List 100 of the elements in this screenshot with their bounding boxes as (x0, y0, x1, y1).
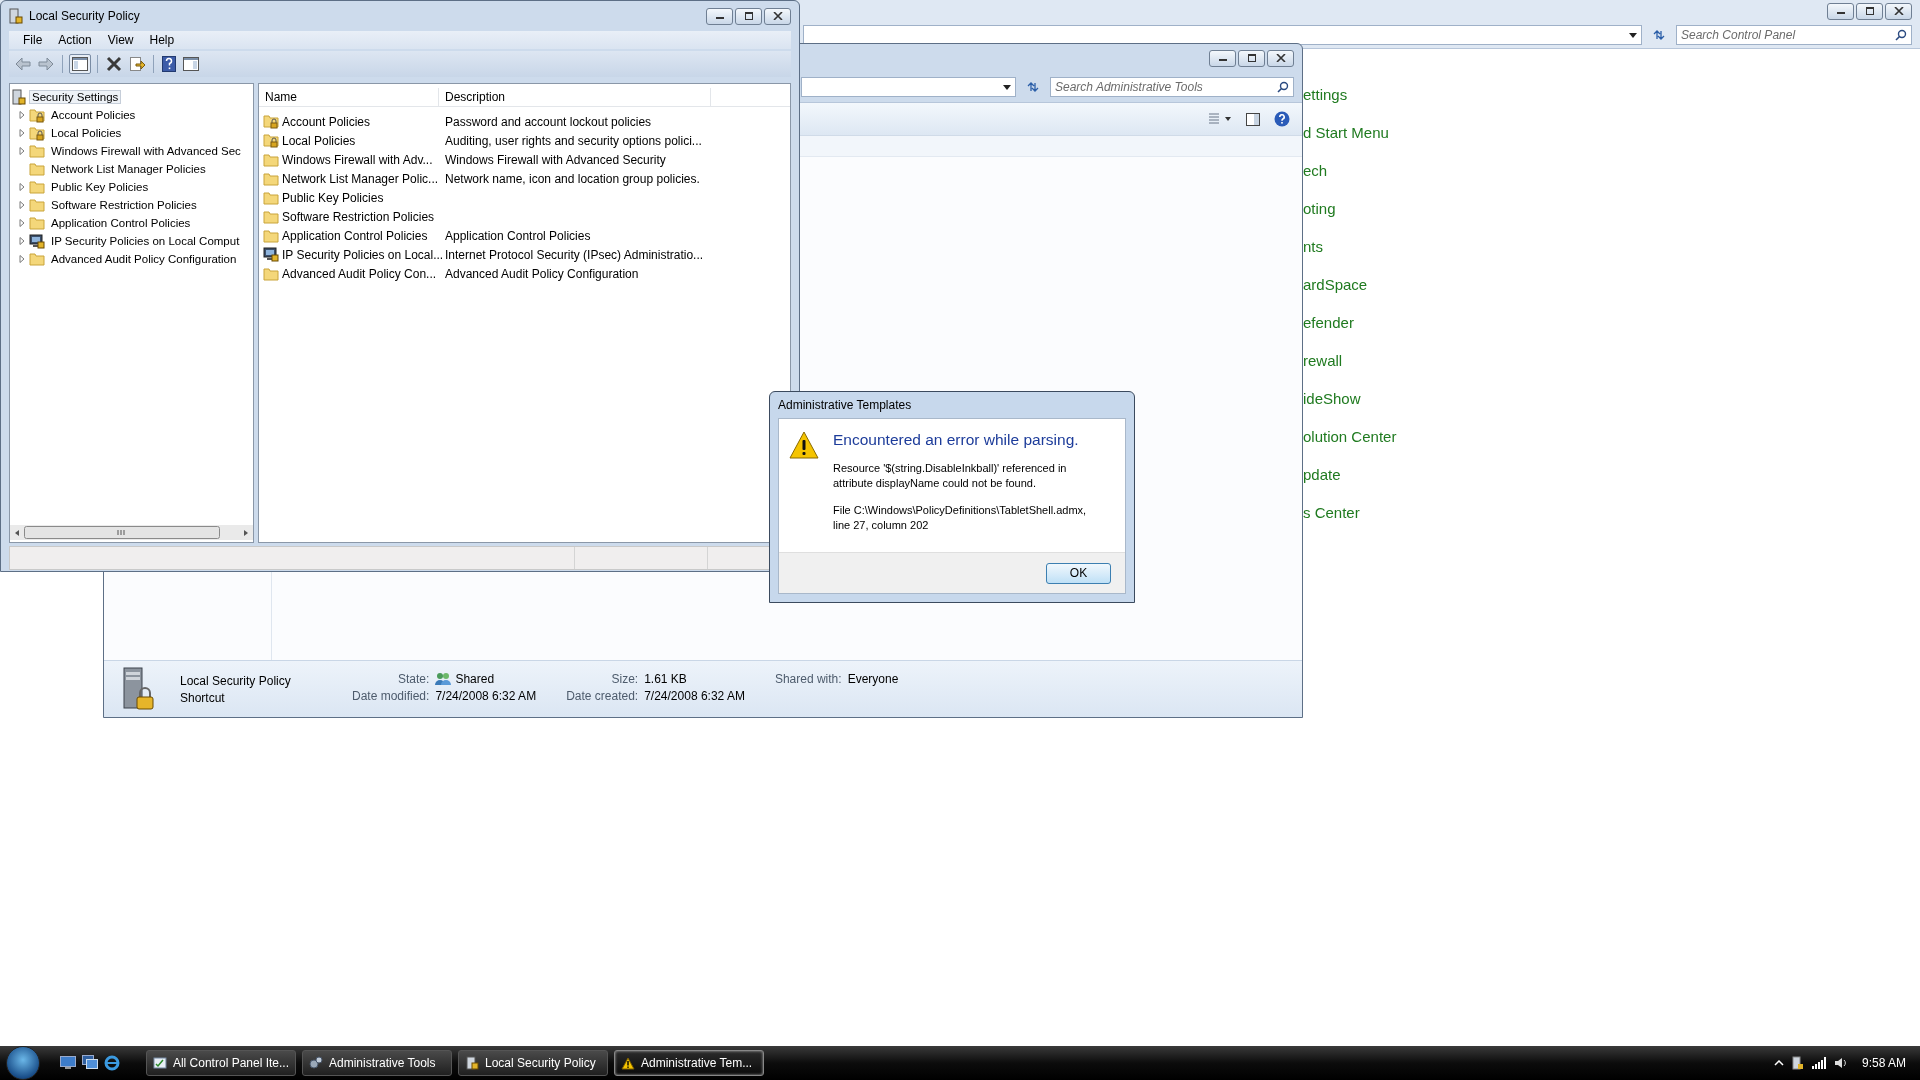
clock[interactable]: 9:58 AM (1861, 1056, 1906, 1070)
left-arrow-icon (15, 57, 31, 71)
folder-icon (263, 171, 279, 186)
dropdown-caret-icon[interactable] (1003, 84, 1011, 90)
taskbar-button[interactable]: All Control Panel Ite... (146, 1050, 296, 1076)
search-field[interactable]: Search Administrative Tools (1050, 77, 1294, 97)
properties-button[interactable] (181, 55, 201, 73)
forward-button[interactable] (36, 55, 56, 73)
warning-icon (621, 1056, 635, 1070)
export-list-button[interactable] (127, 54, 147, 74)
property-label: Date modified: (352, 689, 430, 703)
category-link[interactable]: ech (1303, 160, 1397, 182)
minimize-button[interactable] (706, 7, 733, 25)
expand-arrow-icon[interactable] (18, 255, 26, 263)
expand-arrow-icon[interactable] (18, 147, 26, 155)
policy-name[interactable]: Account Policies (282, 114, 371, 129)
category-link[interactable]: olution Center (1303, 426, 1397, 448)
views-button[interactable] (1206, 111, 1234, 127)
start-button[interactable] (6, 1046, 40, 1080)
expand-arrow-icon[interactable] (18, 237, 26, 245)
address-bar[interactable] (803, 25, 1642, 45)
policy-name[interactable]: IP Security Policies on Local... (282, 247, 444, 262)
folder-icon (29, 180, 45, 194)
expand-arrow-icon[interactable] (18, 201, 26, 209)
taskbar-button[interactable]: Administrative Tem... (614, 1050, 764, 1076)
switch-windows-icon[interactable] (82, 1055, 98, 1069)
search-field[interactable]: Search Control Panel (1676, 25, 1912, 45)
computer-lock-icon (29, 233, 45, 249)
expand-arrow-icon[interactable] (18, 219, 26, 227)
network-signal-icon[interactable] (1811, 1057, 1826, 1069)
column-header[interactable]: Description (439, 88, 711, 106)
dropdown-caret-icon[interactable] (1629, 32, 1637, 38)
close-button[interactable] (1885, 2, 1912, 20)
maximize-button[interactable] (1238, 49, 1265, 67)
policy-name[interactable]: Windows Firewall with Adv... (282, 152, 433, 167)
tree-item[interactable]: Advanced Audit Policy Configuration (48, 252, 240, 266)
category-link[interactable]: ardSpace (1303, 274, 1397, 296)
tree-item[interactable]: Application Control Policies (48, 216, 194, 230)
list-view-icon (1208, 113, 1232, 125)
tree-item[interactable]: Local Policies (48, 126, 125, 140)
expand-arrow-icon[interactable] (18, 183, 26, 191)
tree-item[interactable]: IP Security Policies on Local Comput (48, 234, 243, 248)
window-title: Local Security Policy (29, 9, 140, 23)
close-button[interactable] (764, 7, 791, 25)
tree-item[interactable]: Public Key Policies (48, 180, 152, 194)
category-link[interactable]: ettings (1303, 84, 1397, 106)
tree-item[interactable]: Account Policies (48, 108, 139, 122)
taskbar-button[interactable]: Administrative Tools (302, 1050, 452, 1076)
policy-name[interactable]: Application Control Policies (282, 228, 428, 243)
category-link[interactable]: pdate (1303, 464, 1397, 486)
tree-item[interactable]: Security Settings (29, 90, 122, 104)
policy-name[interactable]: Local Policies (282, 133, 356, 148)
scroll-thumb[interactable] (24, 526, 220, 539)
file-name: Local Security Policy (180, 673, 292, 688)
back-button[interactable] (13, 55, 33, 73)
category-link[interactable]: efender (1303, 312, 1397, 334)
horizontal-scrollbar[interactable] (10, 525, 253, 540)
category-link[interactable]: d Start Menu (1303, 122, 1397, 144)
volume-icon[interactable] (1833, 1057, 1848, 1069)
policy-description: Advanced Audit Policy Configuration (444, 266, 640, 281)
minimize-button[interactable] (1827, 2, 1854, 20)
menu-item[interactable]: Action (50, 33, 100, 47)
policy-name[interactable]: Public Key Policies (282, 190, 384, 205)
menu-item[interactable]: File (15, 33, 51, 47)
folder-icon (263, 190, 279, 205)
browser-icon[interactable] (104, 1055, 120, 1071)
ok-button[interactable]: OK (1046, 562, 1111, 584)
maximize-button[interactable] (1856, 2, 1883, 20)
tree-item[interactable]: Network List Manager Policies (48, 162, 209, 176)
category-link[interactable]: ideShow (1303, 388, 1397, 410)
category-link[interactable]: nts (1303, 236, 1397, 258)
policy-name[interactable]: Advanced Audit Policy Con... (282, 266, 437, 281)
expand-arrow-icon[interactable] (18, 111, 26, 119)
category-link[interactable]: rewall (1303, 350, 1397, 372)
tree-item[interactable]: Software Restriction Policies (48, 198, 200, 212)
policy-name[interactable]: Software Restriction Policies (282, 209, 435, 224)
show-hidden-icons-button[interactable] (1773, 1060, 1784, 1066)
help-button[interactable] (160, 54, 178, 74)
expand-arrow-icon[interactable] (18, 129, 26, 137)
show-desktop-icon[interactable] (60, 1055, 76, 1069)
maximize-button[interactable] (735, 7, 762, 25)
taskbar-button[interactable]: Local Security Policy (458, 1050, 608, 1076)
policy-name[interactable]: Network List Manager Polic... (282, 171, 439, 186)
search-icon[interactable] (1277, 81, 1289, 93)
delete-button[interactable] (104, 54, 124, 74)
category-link[interactable]: oting (1303, 198, 1397, 220)
tree-item[interactable]: Windows Firewall with Advanced Sec (48, 144, 244, 158)
maximize-icon (743, 12, 754, 20)
category-link[interactable]: s Center (1303, 502, 1397, 524)
minimize-button[interactable] (1209, 49, 1236, 67)
property-label: Size: (610, 672, 639, 686)
show-hide-tree-button[interactable] (69, 54, 91, 74)
security-policy-icon[interactable] (1791, 1056, 1804, 1070)
search-icon[interactable] (1895, 29, 1907, 41)
help-button[interactable] (1272, 109, 1292, 129)
column-header[interactable]: Name (259, 88, 439, 106)
preview-pane-button[interactable] (1244, 110, 1262, 128)
close-button[interactable] (1267, 49, 1294, 67)
menu-item[interactable]: View (99, 33, 142, 47)
menu-item[interactable]: Help (141, 33, 183, 47)
